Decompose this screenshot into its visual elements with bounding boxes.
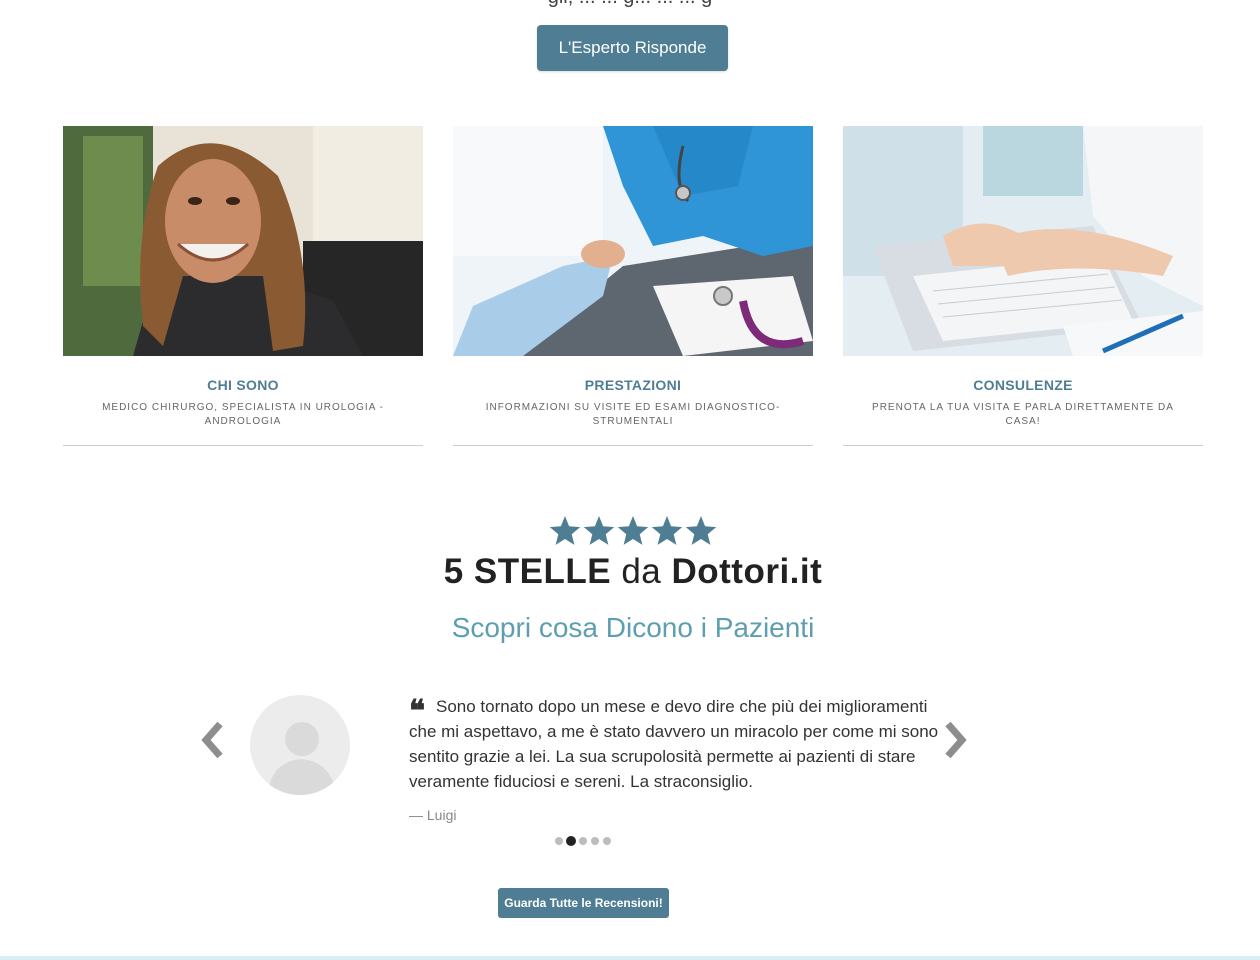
rating-heading-stars: 5 STELLE: [443, 552, 612, 591]
star-icon: [651, 516, 683, 545]
five-stars-rating: [549, 516, 717, 545]
doctor-laptop-image: [843, 126, 1203, 356]
cut-off-heading: gli, ... ... g... ... ... g: [0, 0, 1260, 9]
doctor-portrait-image: [63, 126, 423, 356]
carousel-next-arrow-icon[interactable]: [942, 720, 968, 760]
carousel-prev-arrow-icon[interactable]: [200, 720, 226, 760]
carousel-dot[interactable]: [591, 837, 599, 845]
rating-heading-da: da: [621, 552, 662, 591]
carousel-dots: [555, 836, 615, 847]
card-subtitle: INFORMAZIONI SU VISITE ED ESAMI DIAGNOST…: [485, 402, 781, 427]
rating-heading: 5 STELLE da Dottori.it: [0, 552, 1260, 592]
star-icon: [685, 516, 717, 545]
card-title: CHI SONO: [207, 377, 279, 393]
card-title: PRESTAZIONI: [584, 377, 682, 393]
star-icon: [583, 516, 615, 545]
card-prestazioni[interactable]: PRESTAZIONI INFORMAZIONI SU VISITE ED ES…: [453, 126, 813, 446]
testimonial-text: Sono tornato dopo un mese e devo dire ch…: [409, 697, 939, 791]
all-reviews-button[interactable]: Guarda Tutte le Recensioni!: [498, 888, 669, 918]
rating-heading-brand: Dottori.it: [671, 552, 823, 591]
carousel-dot[interactable]: [555, 837, 563, 845]
testimonial-author: — Luigi: [409, 807, 457, 823]
star-icon: [617, 516, 649, 545]
expert-answers-button[interactable]: L'Esperto Risponde: [537, 25, 728, 71]
carousel-dot[interactable]: [579, 837, 587, 845]
card-subtitle: MEDICO CHIRURGO, SPECIALISTA IN UROLOGIA…: [102, 402, 384, 427]
card-title: CONSULENZE: [973, 377, 1073, 393]
doctor-handshake-image: [453, 126, 813, 356]
rating-subtitle: Scopri cosa Dicono i Pazienti: [451, 612, 815, 643]
footer-divider: [0, 956, 1260, 960]
card-consulenze[interactable]: CONSULENZE PRENOTA LA TUA VISITA E PARLA…: [843, 126, 1203, 446]
patient-avatar: [250, 695, 350, 795]
star-icon: [549, 516, 581, 545]
card-chi-sono[interactable]: CHI SONO MEDICO CHIRURGO, SPECIALISTA IN…: [63, 126, 423, 446]
user-silhouette-icon: [268, 722, 336, 795]
carousel-dot[interactable]: [566, 836, 576, 846]
carousel-dot[interactable]: [603, 837, 611, 845]
card-subtitle: PRENOTA LA TUA VISITA E PARLA DIRETTAMEN…: [872, 402, 1174, 427]
